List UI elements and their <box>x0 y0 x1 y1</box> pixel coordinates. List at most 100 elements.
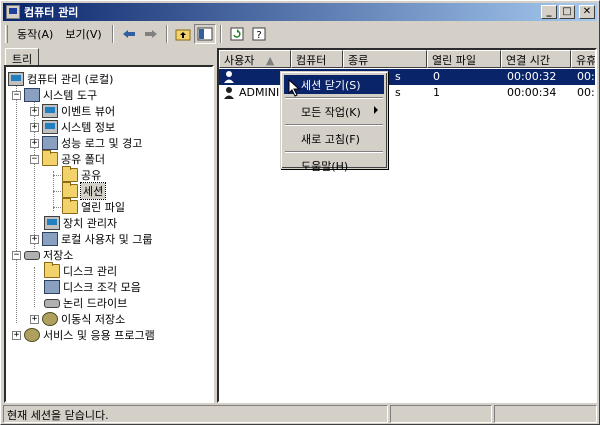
tree-pane[interactable]: 컴퓨터 관리 (로컬) − 시스템 도구 + 이벤트 뷰어 + 시스템 정보 +… <box>4 65 214 403</box>
tree-node-label: 성능 로그 및 경고 <box>61 137 143 150</box>
event-viewer-icon <box>42 104 58 118</box>
tree-node-device-manager[interactable]: 장치 관리자 <box>44 215 117 231</box>
tree-node-label: 저장소 <box>43 249 74 262</box>
status-panel <box>494 405 597 423</box>
tree-node-label: 컴퓨터 관리 (로컬) <box>27 73 114 86</box>
tree-node-shares[interactable]: 공유 <box>62 166 101 183</box>
refresh-button[interactable] <box>226 24 248 44</box>
expand-toggle[interactable]: + <box>30 122 39 132</box>
user-session-icon <box>224 71 234 83</box>
tree-node-defrag[interactable]: 디스크 조각 모음 <box>44 279 141 295</box>
menu-toolbar: 동작(A) 보기(V) ? <box>3 23 597 45</box>
column-header-connected-time[interactable]: 연결 시간 <box>501 50 571 68</box>
tree-node-label: 장치 관리자 <box>63 217 118 230</box>
system-info-icon <box>42 120 58 134</box>
device-manager-icon <box>44 216 60 230</box>
tree-node-perf-logs[interactable]: + 성능 로그 및 경고 <box>30 135 142 151</box>
column-header-user[interactable]: 사용자 ▲ <box>219 50 291 68</box>
menu-view[interactable]: 보기(V) <box>59 24 107 44</box>
tree-connector <box>53 175 61 176</box>
removable-storage-icon <box>42 312 58 326</box>
folder-icon <box>62 198 78 214</box>
maximize-button[interactable]: □ <box>559 5 575 19</box>
tree-node-shared-folders[interactable]: − 공유 폴더 <box>30 150 105 167</box>
tree-connector <box>53 207 61 208</box>
cell-open-files: 0 <box>433 70 440 83</box>
column-label: 사용자 <box>224 54 255 67</box>
caption-buttons: _ □ ✕ <box>541 5 595 19</box>
expand-toggle[interactable]: + <box>30 138 39 148</box>
column-header-type[interactable]: 종류 <box>343 50 427 68</box>
folder-icon <box>62 182 78 198</box>
tree-node-label: 디스크 조각 모음 <box>63 281 141 294</box>
status-panel <box>390 405 492 423</box>
cell-type: s <box>395 70 401 83</box>
menu-item-refresh[interactable]: 새로 고침(F) <box>284 129 384 148</box>
expand-toggle[interactable]: + <box>12 330 21 340</box>
expand-toggle[interactable]: + <box>30 314 39 324</box>
cell-idle-time: 00:0 <box>577 70 595 83</box>
column-header-open-files[interactable]: 열린 파일 <box>427 50 501 68</box>
refresh-icon <box>230 27 244 41</box>
sort-ascending-icon: ▲ <box>265 54 275 67</box>
collapse-toggle[interactable]: − <box>12 250 21 260</box>
tree-node-root[interactable]: 컴퓨터 관리 (로컬) <box>8 71 113 87</box>
computer-management-icon <box>6 5 20 19</box>
tree-tab-strip: 트리 <box>3 47 215 67</box>
tree-connector <box>53 191 61 192</box>
logical-drive-icon <box>44 298 60 308</box>
tree-node-storage[interactable]: − 저장소 <box>12 247 73 263</box>
show-hide-tree-button[interactable] <box>193 24 216 44</box>
tree-node-removable-storage[interactable]: + 이동식 저장소 <box>30 311 125 327</box>
svg-text:?: ? <box>256 30 261 41</box>
tree-node-label: 로컬 사용자 및 그룹 <box>61 233 153 246</box>
close-button[interactable]: ✕ <box>579 5 595 19</box>
menu-item-all-tasks[interactable]: 모든 작업(K) <box>284 102 384 121</box>
disk-management-icon <box>44 262 60 278</box>
toolbar-separator <box>219 25 222 43</box>
tree-node-label: 이벤트 뷰어 <box>61 105 116 118</box>
table-row[interactable]: ADMINI... s 1 00:00:34 00:0 <box>219 85 595 101</box>
minimize-button[interactable]: _ <box>541 5 557 19</box>
cell-connected-time: 00:00:34 <box>507 86 557 99</box>
tree-node-disk-management[interactable]: 디스크 관리 <box>44 262 117 279</box>
main-window: 컴퓨터 관리 _ □ ✕ 동작(A) 보기(V) ? 트리 컴퓨터 관리 (로컬… <box>0 0 600 425</box>
tree-node-system-info[interactable]: + 시스템 정보 <box>30 119 115 135</box>
menu-item-label: 모든 작업(K) <box>301 106 361 119</box>
help-button[interactable]: ? <box>248 24 270 44</box>
menu-item-help[interactable]: 도움말(H) <box>284 156 384 175</box>
session-list-pane[interactable]: 사용자 ▲ 컴퓨터 종류 열린 파일 연결 시간 유휴 s 0 00:00:32… <box>217 48 597 403</box>
tree-node-system-tools[interactable]: − 시스템 도구 <box>12 87 97 103</box>
tree-connector <box>16 83 17 323</box>
help-icon: ? <box>252 27 266 41</box>
submenu-arrow-icon <box>374 106 378 114</box>
show-hide-tree-icon <box>197 27 213 41</box>
expand-toggle[interactable]: + <box>30 234 39 244</box>
back-button[interactable] <box>118 24 140 44</box>
tree-node-label: 이동식 저장소 <box>61 313 126 326</box>
tree-node-services[interactable]: + 서비스 및 응용 프로그램 <box>12 327 155 343</box>
expand-toggle[interactable]: + <box>30 106 39 116</box>
status-text: 현재 세션을 닫습니다. <box>3 405 388 423</box>
up-folder-icon <box>175 29 191 41</box>
tree-node-sessions[interactable]: 세션 <box>62 182 107 200</box>
column-header-computer[interactable]: 컴퓨터 <box>291 50 343 68</box>
tree-node-open-files[interactable]: 열린 파일 <box>62 198 125 215</box>
toolbar-grip[interactable] <box>5 25 8 43</box>
tree-node-logical-drives[interactable]: 논리 드라이브 <box>44 295 127 311</box>
up-level-button[interactable] <box>172 24 194 44</box>
tree-node-local-users[interactable]: + 로컬 사용자 및 그룹 <box>30 231 152 247</box>
shared-folder-icon <box>42 150 58 166</box>
forward-button[interactable] <box>140 24 162 44</box>
cell-idle-time: 00:0 <box>577 86 595 99</box>
menu-action[interactable]: 동작(A) <box>11 24 59 44</box>
tree-node-label: 세션 <box>79 182 107 200</box>
title-bar[interactable]: 컴퓨터 관리 _ □ ✕ <box>3 3 597 21</box>
table-row[interactable]: s 0 00:00:32 00:0 <box>219 69 595 85</box>
column-header-idle-time[interactable]: 유휴 <box>571 50 595 68</box>
menu-separator <box>285 97 383 99</box>
collapse-toggle[interactable]: − <box>12 90 21 100</box>
tree-node-event-viewer[interactable]: + 이벤트 뷰어 <box>30 103 115 119</box>
computer-icon <box>8 72 24 86</box>
collapse-toggle[interactable]: − <box>30 154 39 164</box>
